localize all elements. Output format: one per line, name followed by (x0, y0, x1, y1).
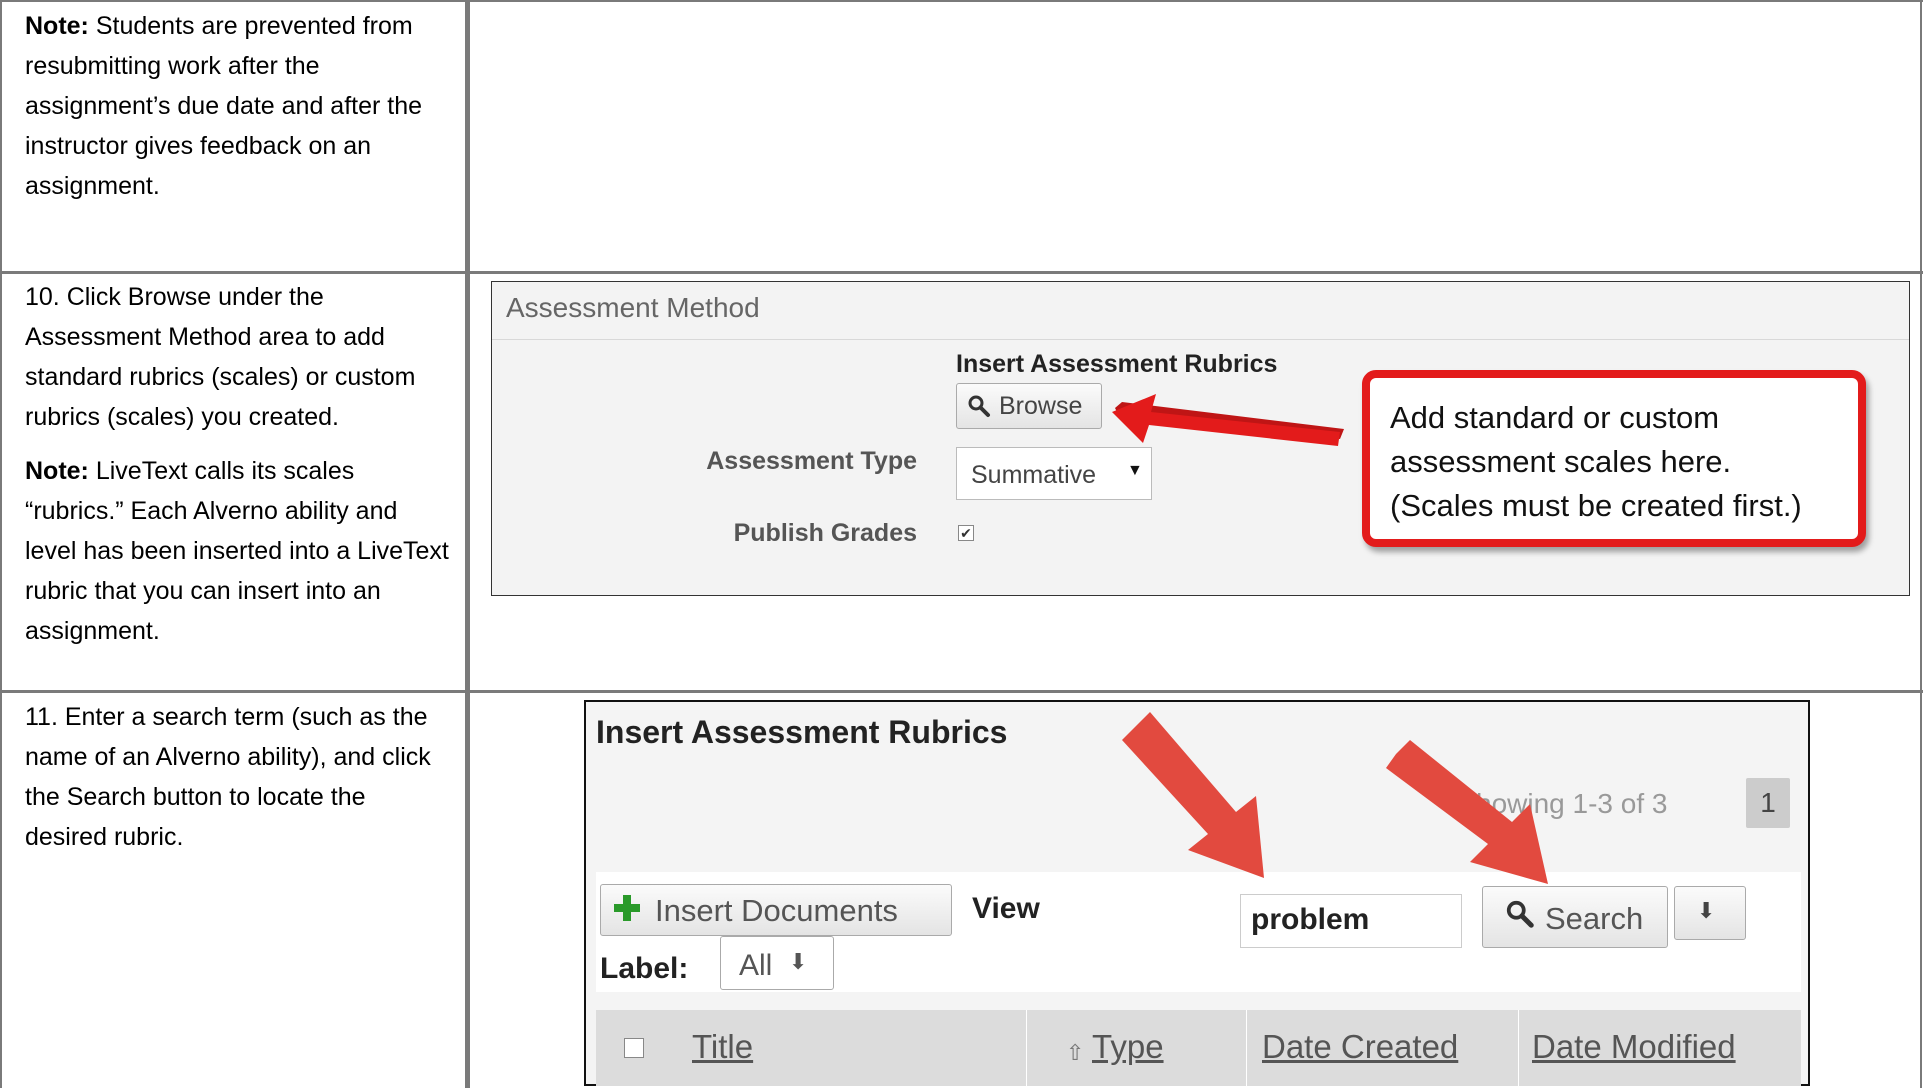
step-11-text: 11. Enter a search term (such as the nam… (25, 703, 431, 851)
header-divider (1026, 1010, 1027, 1086)
label-filter-dropdown[interactable]: All ⬇ (720, 936, 834, 990)
view-label: View (972, 892, 1040, 925)
label-label: Label: (600, 952, 689, 985)
dialog-toolbar: Insert Documents View Label: All ⬇ probl… (596, 872, 1801, 992)
table-column-divider (465, 0, 470, 1088)
insert-documents-label: Insert Documents (655, 893, 898, 928)
browse-button[interactable]: Browse (956, 383, 1102, 429)
table-row-divider-2 (0, 690, 1923, 693)
dropdown-arrow-icon: ⬇ (789, 949, 808, 974)
column-date-modified[interactable]: Date Modified (1532, 1028, 1736, 1066)
step-10-text: 10. Click Browse under the Assessment Me… (25, 283, 416, 431)
plus-icon (614, 895, 640, 921)
search-input[interactable]: problem (1240, 894, 1462, 948)
browse-button-label: Browse (999, 392, 1083, 420)
callout-text: Add standard or custom assessment scales… (1390, 396, 1802, 528)
row2-step: 10. Click Browse under the Assessment Me… (25, 277, 455, 651)
note-label: Note: (25, 12, 89, 40)
search-options-button[interactable]: ⬇ (1674, 886, 1746, 940)
insert-documents-button[interactable]: Insert Documents (600, 884, 952, 936)
column-title[interactable]: Title (692, 1028, 753, 1066)
panel-title: Assessment Method (506, 292, 760, 323)
assessment-type-select[interactable]: Summative ▼ (956, 447, 1152, 500)
rubrics-table-header: Title ⇧ Type Date Created Date Modified (596, 1010, 1801, 1086)
callout-box: Add standard or custom assessment scales… (1362, 370, 1866, 547)
select-all-checkbox[interactable] (624, 1038, 644, 1058)
search-button-label: Search (1545, 901, 1644, 936)
table-border-left (0, 0, 2, 1088)
header-divider (1518, 1010, 1519, 1086)
note-text: LiveText calls its scales “rubrics.” Eac… (25, 457, 449, 645)
column-date-created[interactable]: Date Created (1262, 1028, 1458, 1066)
assessment-type-value: Summative (971, 461, 1097, 489)
label-filter-value: All (739, 949, 773, 982)
down-arrow-icon: ⬇ (1697, 898, 1716, 923)
callout-line-3: (Scales must be created first.) (1390, 488, 1802, 523)
showing-count: howing 1-3 of 3 (1476, 788, 1668, 819)
search-button[interactable]: Search (1482, 886, 1668, 948)
row1-note: Note: Students are prevented from resubm… (25, 6, 445, 206)
search-input-value: problem (1251, 903, 1370, 936)
insert-rubrics-dialog: Insert Assessment Rubrics howing 1-3 of … (584, 700, 1810, 1086)
header-divider (1246, 1010, 1247, 1086)
publish-grades-checkbox[interactable]: ✔ (958, 525, 974, 541)
page-number-button[interactable]: 1 (1746, 778, 1790, 828)
note-text: Students are prevented from resubmitting… (25, 12, 423, 200)
note-label: Note: (25, 457, 89, 485)
table-row-divider-1 (0, 271, 1923, 274)
callout-line-1: Add standard or custom (1390, 400, 1720, 435)
publish-grades-label: Publish Grades (733, 519, 917, 547)
search-icon (1506, 900, 1534, 928)
dialog-title: Insert Assessment Rubrics (596, 714, 1008, 750)
insert-rubrics-label: Insert Assessment Rubrics (956, 350, 1278, 378)
table-border-top (0, 0, 1923, 2)
column-type[interactable]: Type (1092, 1028, 1164, 1066)
callout-line-2: assessment scales here. (1390, 444, 1732, 479)
assessment-type-label: Assessment Type (706, 447, 917, 475)
table-border-right (1920, 0, 1922, 1088)
sort-up-icon: ⇧ (1066, 1040, 1085, 1065)
row3-step: 11. Enter a search term (such as the nam… (25, 697, 445, 857)
panel-divider (492, 339, 1909, 340)
dropdown-arrow-icon: ▼ (1127, 462, 1143, 479)
search-icon (968, 395, 990, 417)
